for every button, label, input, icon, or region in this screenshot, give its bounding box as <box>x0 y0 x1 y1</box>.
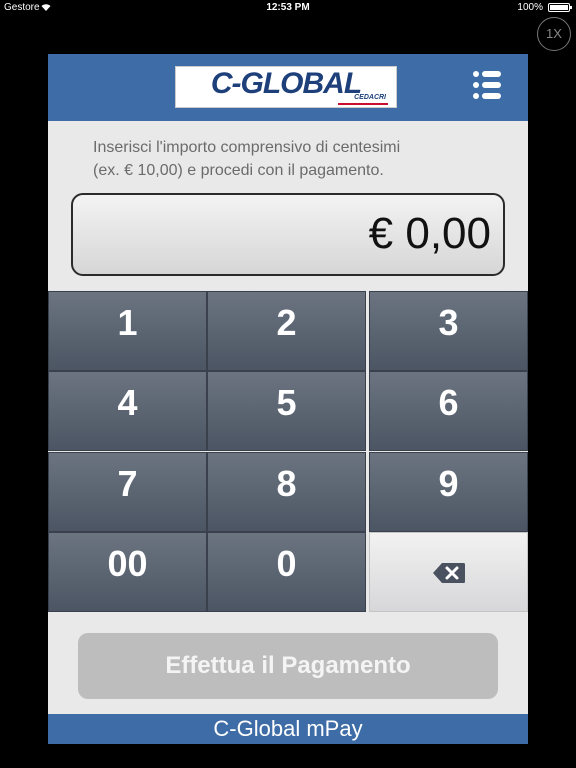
status-bar: Gestore 12:53 PM 100% <box>0 0 576 16</box>
instructions-line-2: (ex. € 10,00) e procedi con il pagamento… <box>93 162 384 179</box>
key-00[interactable]: 00 <box>48 532 207 612</box>
pay-button[interactable]: Effettua il Pagamento <box>78 633 498 699</box>
backspace-key[interactable] <box>369 532 528 612</box>
instructions-line-1: Inserisci l'importo comprensivo di cente… <box>93 139 401 156</box>
key-0[interactable]: 0 <box>207 532 366 612</box>
key-6[interactable]: 6 <box>369 371 528 451</box>
menu-button[interactable] <box>473 71 503 101</box>
backspace-icon <box>433 563 465 583</box>
battery-percent: 100% <box>517 2 543 13</box>
c-global-logo: C-GLOBAL CEDACRI <box>175 66 397 108</box>
instructions-text: Inserisci l'importo comprensivo di cente… <box>93 136 513 182</box>
key-9[interactable]: 9 <box>369 452 528 532</box>
key-7[interactable]: 7 <box>48 452 207 532</box>
key-3[interactable]: 3 <box>369 291 528 371</box>
app-window: C-GLOBAL CEDACRI Inserisci l'importo com… <box>48 54 528 744</box>
key-8[interactable]: 8 <box>207 452 366 532</box>
numeric-keypad: 1 2 3 4 5 6 7 8 9 00 0 <box>48 291 528 612</box>
key-2[interactable]: 2 <box>207 291 366 371</box>
status-time: 12:53 PM <box>266 2 310 13</box>
amount-display[interactable]: € 0,00 <box>71 193 505 276</box>
zoom-badge[interactable]: 1X <box>537 17 571 51</box>
logo-accent-bar <box>338 103 388 105</box>
key-1[interactable]: 1 <box>48 291 207 371</box>
battery-icon <box>548 3 572 12</box>
app-footer-title: C-Global mPay <box>48 714 528 744</box>
key-5[interactable]: 5 <box>207 371 366 451</box>
app-header: C-GLOBAL CEDACRI <box>48 54 528 121</box>
logo-subtext: CEDACRI <box>354 94 386 101</box>
key-4[interactable]: 4 <box>48 371 207 451</box>
amount-value: € 0,00 <box>368 209 491 258</box>
battery-fill <box>550 5 568 10</box>
